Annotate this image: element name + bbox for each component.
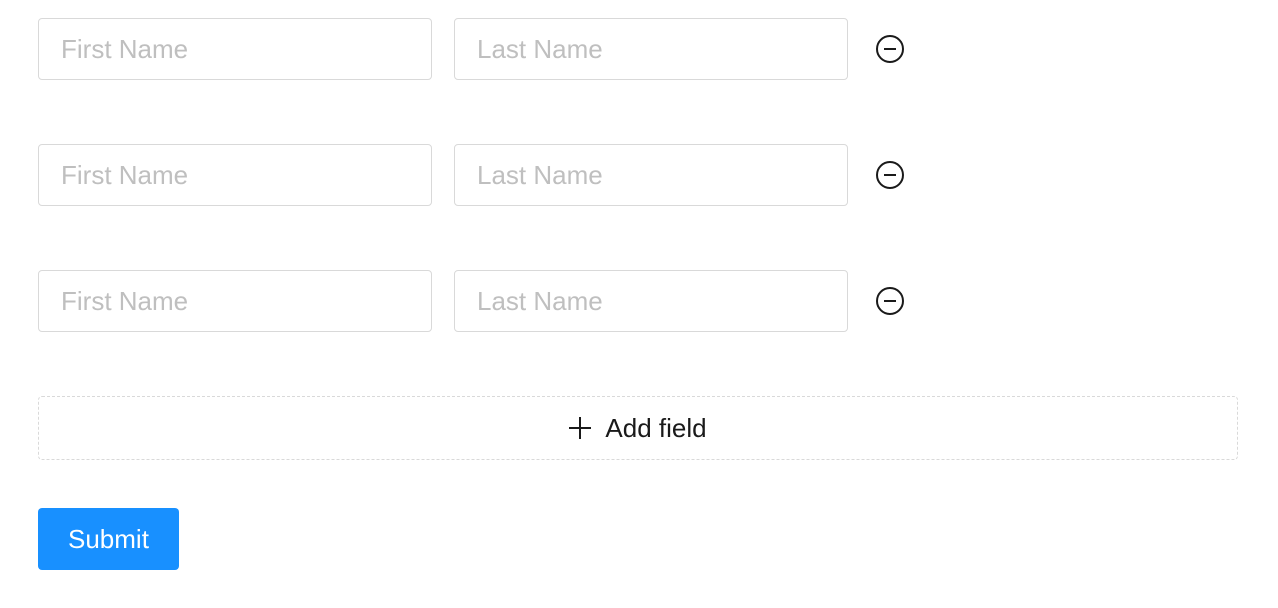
remove-row-button[interactable] — [876, 287, 904, 315]
first-name-input[interactable] — [38, 18, 432, 80]
form-row — [38, 270, 1240, 332]
remove-row-button[interactable] — [876, 161, 904, 189]
last-name-input[interactable] — [454, 18, 848, 80]
submit-button[interactable]: Submit — [38, 508, 179, 570]
last-name-input[interactable] — [454, 270, 848, 332]
last-name-input[interactable] — [454, 144, 848, 206]
dynamic-form: Add field Submit — [38, 18, 1240, 570]
add-field-button[interactable]: Add field — [38, 396, 1238, 460]
minus-icon — [884, 174, 896, 176]
first-name-input[interactable] — [38, 144, 432, 206]
form-row — [38, 144, 1240, 206]
minus-icon — [884, 300, 896, 302]
first-name-input[interactable] — [38, 270, 432, 332]
minus-icon — [884, 48, 896, 50]
plus-icon — [569, 417, 591, 439]
add-field-label: Add field — [605, 413, 706, 444]
remove-row-button[interactable] — [876, 35, 904, 63]
form-row — [38, 18, 1240, 80]
